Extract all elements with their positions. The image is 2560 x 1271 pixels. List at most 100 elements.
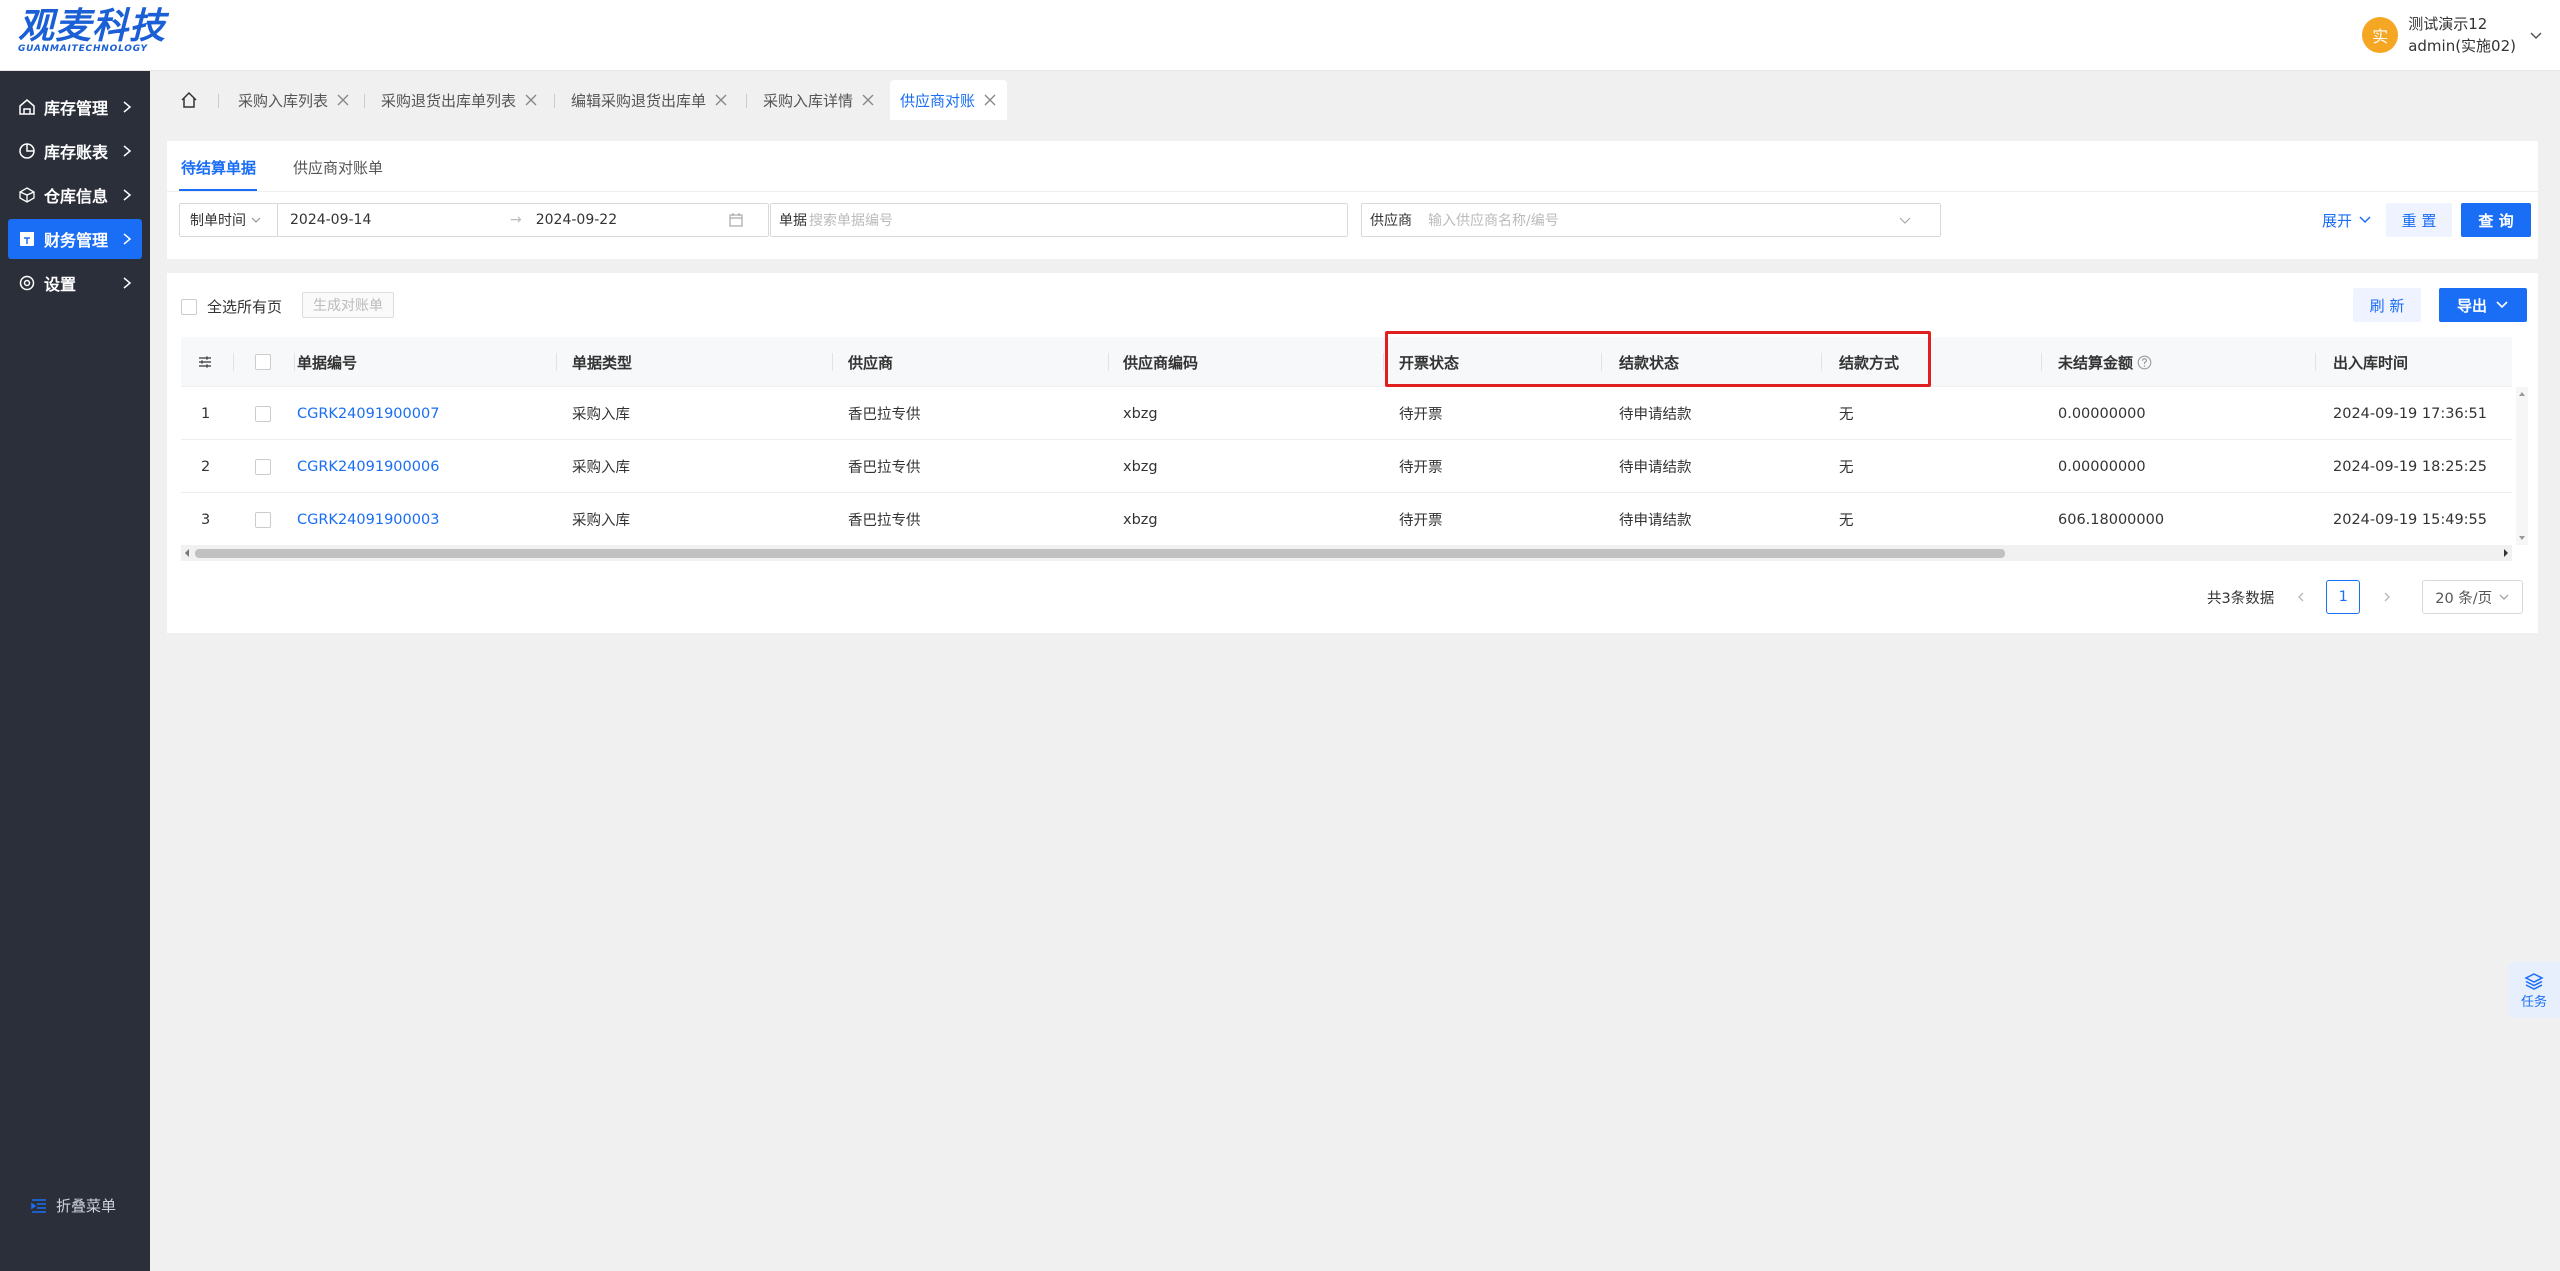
sidebar-item-inventory[interactable]: 库存管理 — [8, 87, 142, 127]
close-icon[interactable] — [336, 93, 350, 107]
subtab-supplier-statement[interactable]: 供应商对账单 — [293, 157, 383, 178]
row-checkbox[interactable] — [255, 458, 271, 475]
help-icon[interactable] — [2137, 355, 2152, 370]
tab-purchase-inbound-detail[interactable]: 采购入库详情 — [753, 80, 885, 120]
column-divider — [1383, 353, 1384, 371]
tab-home[interactable] — [172, 80, 206, 120]
col-payment-method[interactable]: 结款方式 — [1839, 337, 1899, 387]
chevron-down-icon — [2496, 301, 2508, 309]
row-checkbox[interactable] — [255, 511, 271, 528]
page-number[interactable]: 1 — [2326, 580, 2361, 614]
header-checkbox-cell[interactable] — [255, 337, 271, 387]
doc-type-cell: 采购入库 — [572, 460, 630, 476]
payment-status-cell: 待申请结款 — [1619, 513, 1692, 529]
prev-page-icon[interactable] — [2294, 590, 2308, 604]
date-type-select[interactable]: 制单时间 — [180, 204, 278, 236]
col-doc-type[interactable]: 单据类型 — [572, 337, 632, 387]
payment-method-cell: 无 — [1839, 407, 1854, 423]
tab-label: 采购入库详情 — [763, 91, 854, 110]
chevron-down-icon — [2499, 594, 2509, 600]
user-name: 测试演示12 — [2408, 15, 2488, 33]
supplier-select[interactable]: 供应商 输入供应商名称/编号 — [1361, 203, 1941, 237]
table-row[interactable]: 2 CGRK24091900006 采购入库 香巴拉专供 xbzg 待开票 待申… — [181, 440, 2512, 493]
finance-icon — [20, 232, 34, 246]
tab-purchase-return-list[interactable]: 采购退货出库单列表 — [371, 80, 548, 120]
column-divider — [1601, 353, 1602, 371]
col-unsettled-amount[interactable]: 未结算金额 — [2058, 337, 2152, 387]
column-settings[interactable] — [197, 337, 213, 387]
sidebar-item-settings[interactable]: 设置 — [8, 263, 142, 303]
supplier-label: 供应商 — [1370, 213, 1412, 229]
unsettled-amount-cell: 0.00000000 — [2058, 405, 2146, 422]
subtab-pending-settlement[interactable]: 待结算单据 — [181, 157, 256, 178]
payment-method-cell: 无 — [1839, 513, 1854, 529]
page-size-select[interactable]: 20 条/页 — [2422, 580, 2524, 614]
row-index: 3 — [201, 511, 211, 528]
sidebar-item-warehouse-info[interactable]: 仓库信息 — [8, 175, 142, 215]
supplier-input[interactable]: 输入供应商名称/编号 — [1428, 210, 1898, 230]
row-checkbox-cell[interactable] — [255, 493, 271, 546]
payment-method-cell: 无 — [1839, 460, 1854, 476]
doc-code-link[interactable]: CGRK24091900003 — [297, 493, 439, 546]
divider — [167, 191, 2538, 192]
avatar: 实 — [2362, 17, 2399, 53]
col-supplier[interactable]: 供应商 — [848, 337, 893, 387]
tab-edit-purchase-return[interactable]: 编辑采购退货出库单 — [561, 80, 738, 120]
table-row[interactable]: 3 CGRK24091900003 采购入库 香巴拉专供 xbzg 待开票 待申… — [181, 493, 2512, 546]
expand-label: 展开 — [2321, 211, 2352, 230]
app-header: 观麦科技 GUANMAITECHNOLOGY 实 测试演示12 admin(实施… — [0, 0, 2560, 71]
close-icon[interactable] — [714, 93, 728, 107]
query-button[interactable]: 查 询 — [2461, 203, 2531, 237]
select-all-checkbox[interactable] — [181, 298, 197, 315]
row-checkbox-cell[interactable] — [255, 387, 271, 440]
col-doc-code[interactable]: 单据编号 — [297, 337, 357, 387]
io-time-cell: 2024-09-19 18:25:25 — [2333, 458, 2487, 475]
doc-code-link[interactable]: CGRK24091900006 — [297, 440, 439, 493]
vertical-scrollbar[interactable] — [2516, 387, 2528, 545]
close-icon[interactable] — [524, 93, 538, 107]
collapse-menu-button[interactable]: 折叠菜单 — [30, 1195, 116, 1216]
row-checkbox[interactable] — [255, 405, 271, 422]
doc-search-field[interactable]: 单据 搜索单据编号 — [770, 203, 1348, 237]
scroll-down-icon[interactable] — [2516, 533, 2528, 543]
col-payment-status[interactable]: 结款状态 — [1619, 337, 1679, 387]
col-io-time[interactable]: 出入库时间 — [2333, 337, 2408, 387]
collapse-menu-label: 折叠菜单 — [56, 1197, 117, 1215]
tab-supplier-reconciliation[interactable]: 供应商对账 — [890, 80, 1008, 120]
horizontal-scrollbar[interactable] — [181, 545, 2512, 561]
expand-button[interactable]: 展开 — [2317, 203, 2377, 237]
scroll-up-icon[interactable] — [2516, 389, 2528, 399]
column-divider — [1108, 353, 1109, 371]
next-page-icon[interactable] — [2380, 590, 2394, 604]
header-checkbox[interactable] — [255, 354, 271, 370]
doc-search-input[interactable]: 搜索单据编号 — [809, 210, 893, 230]
cube-icon — [19, 187, 35, 203]
horizontal-scroll-thumb[interactable] — [195, 549, 2005, 558]
table-row[interactable]: 1 CGRK24091900007 采购入库 香巴拉专供 xbzg 待开票 待申… — [181, 387, 2512, 440]
close-icon[interactable] — [861, 93, 875, 107]
generate-statement-button[interactable]: 生成对账单 — [302, 292, 394, 318]
tab-purchase-inbound-list[interactable]: 采购入库列表 — [228, 80, 360, 120]
date-start-input[interactable]: 2024-09-14 — [290, 212, 490, 228]
refresh-button[interactable]: 刷 新 — [2353, 288, 2421, 322]
scroll-left-icon[interactable] — [181, 545, 193, 561]
scroll-right-icon[interactable] — [2500, 545, 2512, 561]
sidebar-item-inventory-ledger[interactable]: 库存账表 — [8, 131, 142, 171]
date-end-input[interactable]: 2024-09-22 — [536, 212, 726, 228]
select-all-pages[interactable]: 全选所有页 — [181, 296, 282, 317]
sidebar: 库存管理 库存账表 仓库信息 财务管理 设置 折叠菜单 — [0, 71, 150, 1271]
reset-button[interactable]: 重 置 — [2386, 203, 2452, 237]
task-float-button[interactable]: 任务 — [2508, 962, 2560, 1018]
col-supplier-code[interactable]: 供应商编码 — [1123, 337, 1198, 387]
doc-code-link[interactable]: CGRK24091900007 — [297, 387, 439, 440]
calendar-icon[interactable] — [728, 212, 744, 228]
sidebar-item-finance[interactable]: 财务管理 — [8, 219, 142, 259]
export-button[interactable]: 导出 — [2439, 288, 2527, 322]
user-menu[interactable]: 实 测试演示12 admin(实施02) — [2362, 12, 2544, 58]
chevron-right-icon — [123, 101, 132, 113]
company-logo[interactable]: 观麦科技 GUANMAITECHNOLOGY — [18, 8, 168, 56]
tab-label: 供应商对账 — [900, 91, 976, 110]
col-invoice-status[interactable]: 开票状态 — [1399, 337, 1459, 387]
row-checkbox-cell[interactable] — [255, 440, 271, 493]
close-icon[interactable] — [983, 93, 997, 107]
